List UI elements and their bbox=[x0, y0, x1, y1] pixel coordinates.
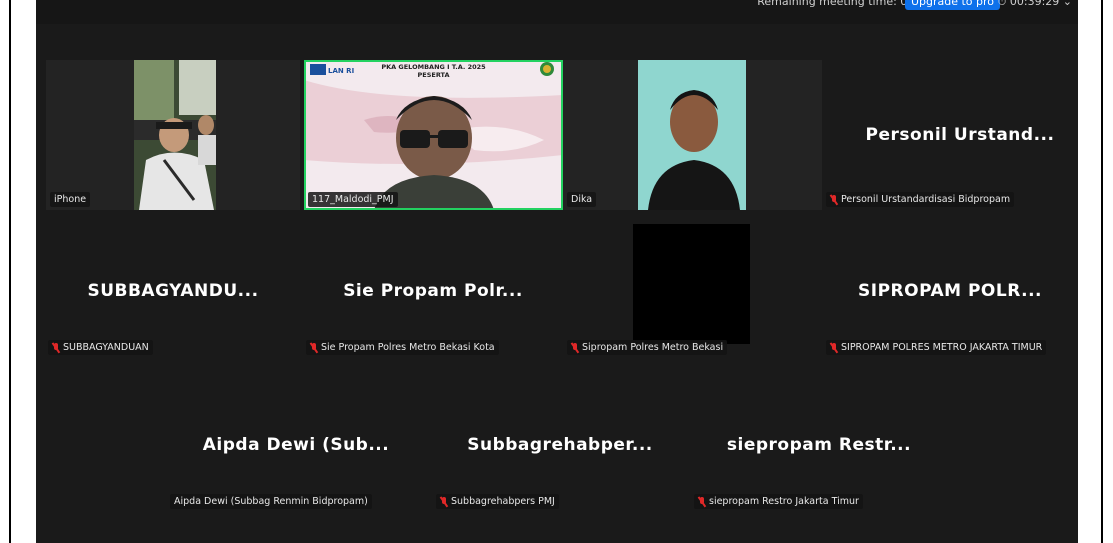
participant-tile-maldodi[interactable]: LAN RI PKA GELOMBANG I T.A. 2025 PESERTA bbox=[304, 60, 563, 210]
top-bar: Remaining meeting time: 00:07 Upgrade to… bbox=[36, 0, 1078, 24]
participant-name-label: SIPROPAM POLRES METRO JAKARTA TIMUR bbox=[826, 340, 1047, 355]
participant-display-name: Sie Propam Polr... bbox=[343, 281, 523, 301]
participant-name-label: Personil Urstandardisasi Bidpropam bbox=[826, 192, 1015, 207]
participant-video bbox=[638, 60, 746, 210]
participant-name-label: Aipda Dewi (Subbag Renmin Bidpropam) bbox=[170, 494, 372, 509]
participant-tile-subbagyanduan[interactable]: SUBBAGYANDU... SUBBAGYANDUAN bbox=[44, 224, 302, 358]
participant-tile-siepropam-restro[interactable]: siepropam Restr... siepropam Restro Jaka… bbox=[690, 378, 948, 512]
participant-display-name: SUBBAGYANDU... bbox=[87, 281, 259, 301]
screenshot-frame: Remaining meeting time: 00:07 Upgrade to… bbox=[0, 0, 1113, 543]
participant-name-label: Dika bbox=[567, 192, 597, 207]
left-border bbox=[9, 0, 11, 543]
mic-muted-icon bbox=[830, 194, 838, 205]
participant-name-label: iPhone bbox=[50, 192, 91, 207]
participant-video bbox=[134, 60, 216, 210]
mic-muted-icon bbox=[698, 496, 706, 507]
participant-name-label: siepropam Restro Jakarta Timur bbox=[694, 494, 863, 509]
meeting-window: Remaining meeting time: 00:07 Upgrade to… bbox=[36, 0, 1078, 543]
participant-video-black bbox=[633, 224, 750, 344]
participant-name-label: Sipropam Polres Metro Bekasi bbox=[567, 340, 728, 355]
mic-muted-icon bbox=[571, 342, 579, 353]
participant-name-label: 117_Maldodi_PMJ bbox=[308, 192, 398, 207]
mic-muted-icon bbox=[52, 342, 60, 353]
participant-name-label: SUBBAGYANDUAN bbox=[48, 340, 153, 355]
mic-muted-icon bbox=[830, 342, 838, 353]
right-border bbox=[1101, 0, 1103, 543]
meeting-timer: ⏱ 00:39:29 ⌄ bbox=[997, 0, 1072, 8]
upgrade-button[interactable]: Upgrade to pro bbox=[904, 0, 1000, 10]
participant-tile-sipropam-bekasi[interactable]: Sipropam Polres Metro Bekasi bbox=[563, 224, 822, 358]
participant-tile-sipropam-jaktim[interactable]: SIPROPAM POLR... SIPROPAM POLRES METRO J… bbox=[822, 224, 1078, 358]
participant-display-name: SIPROPAM POLR... bbox=[858, 281, 1042, 301]
participant-tile-aipda-dewi[interactable]: Aipda Dewi (Sub... Aipda Dewi (Subbag Re… bbox=[166, 378, 426, 512]
participant-display-name: Subbagrehabper... bbox=[467, 435, 653, 455]
participant-tile-iphone[interactable]: iPhone bbox=[46, 60, 300, 210]
participant-display-name: Personil Urstand... bbox=[865, 125, 1055, 145]
participant-display-name: Aipda Dewi (Sub... bbox=[202, 435, 390, 455]
participant-name-label: Subbagrehabpers PMJ bbox=[436, 494, 559, 509]
mic-muted-icon bbox=[310, 342, 318, 353]
participant-display-name: siepropam Restr... bbox=[726, 435, 912, 455]
participant-tile-sie-propam[interactable]: Sie Propam Polr... Sie Propam Polres Met… bbox=[302, 224, 564, 358]
participant-tile-dika[interactable]: Dika bbox=[563, 60, 822, 210]
mic-muted-icon bbox=[440, 496, 448, 507]
participant-video: LAN RI PKA GELOMBANG I T.A. 2025 PESERTA bbox=[304, 60, 563, 210]
slide-title: PKA GELOMBANG I T.A. 2025 PESERTA bbox=[381, 63, 486, 79]
participant-name-label: Sie Propam Polres Metro Bekasi Kota bbox=[306, 340, 499, 355]
participant-tile-subbagrehabpers[interactable]: Subbagrehabper... Subbagrehabpers PMJ bbox=[432, 378, 688, 512]
participant-tile-personil[interactable]: Personil Urstand... Personil Urstandardi… bbox=[822, 60, 1078, 210]
